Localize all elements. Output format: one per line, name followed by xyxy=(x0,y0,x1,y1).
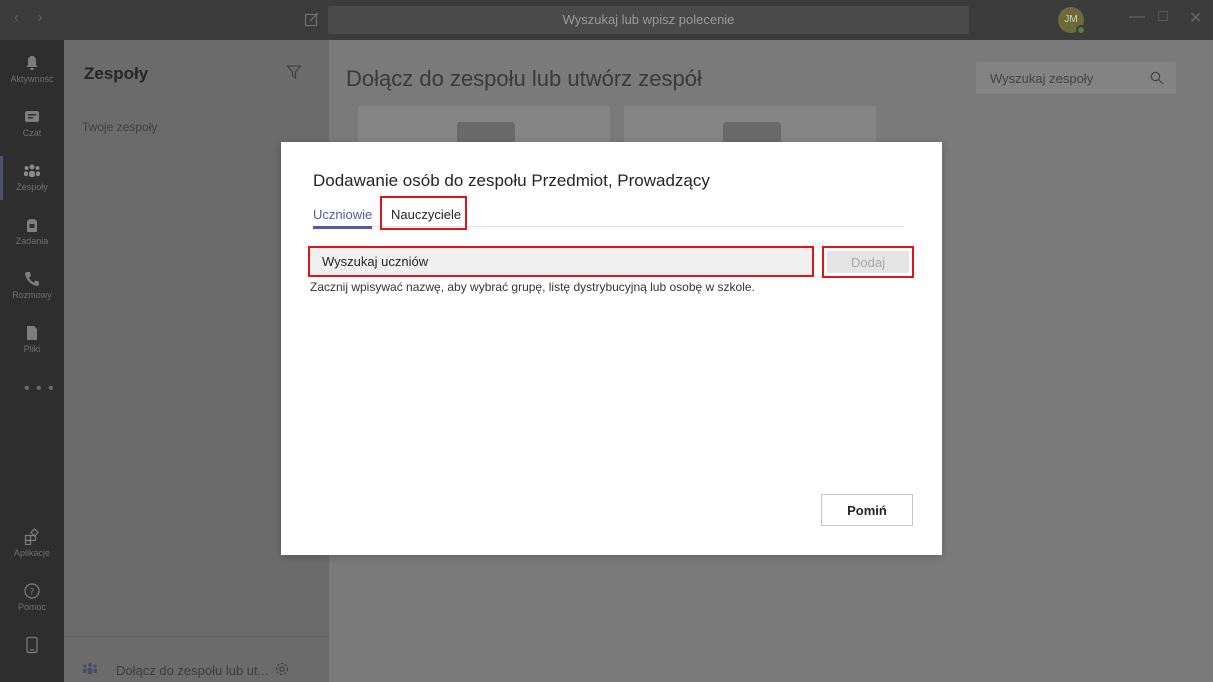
files-icon xyxy=(27,326,37,340)
app-rail: Aktywność Czat Zespoły Zadania Rozmowy P… xyxy=(0,40,64,682)
rail-label: Aktywność xyxy=(10,74,54,84)
gear-icon[interactable] xyxy=(274,661,290,677)
rail-item-calls[interactable]: Rozmowy xyxy=(0,260,64,312)
team-search-box[interactable]: Wyszukaj zespoły xyxy=(976,62,1176,94)
mobile-device-icon xyxy=(26,636,38,654)
rail-item-apps[interactable]: Aplikacje xyxy=(0,518,64,570)
back-arrow-icon[interactable]: ‹ xyxy=(14,9,19,27)
join-or-create-team-link[interactable]: Dołącz do zespołu lub ut... xyxy=(116,663,268,678)
search-icon xyxy=(1150,71,1164,85)
rail-item-help[interactable]: ? Pomoc xyxy=(0,572,64,624)
maximize-icon[interactable]: □ xyxy=(1158,8,1168,26)
search-hint-text: Zacznij wpisywać nazwę, aby wybrać grupę… xyxy=(310,280,755,294)
add-people-dialog: Dodawanie osób do zespołu Przedmiot, Pro… xyxy=(281,142,942,555)
tab-students[interactable]: Uczniowie xyxy=(313,207,373,229)
presence-status-icon xyxy=(1076,25,1086,35)
skip-button[interactable]: Pomiń xyxy=(821,494,913,526)
rail-label: Zadania xyxy=(15,236,49,246)
rail-label: Pomoc xyxy=(17,602,46,612)
join-team-icon xyxy=(83,663,97,674)
rail-item-assignments[interactable]: Zadania xyxy=(0,206,64,258)
compose-icon[interactable] xyxy=(304,11,320,27)
more-apps-icon[interactable]: • • • xyxy=(24,380,55,398)
apps-icon xyxy=(24,528,39,546)
rail-item-files[interactable]: Pliki xyxy=(0,314,64,366)
nav-arrows: ‹ › xyxy=(14,9,43,27)
add-button-highlight: Dodaj xyxy=(822,246,914,278)
search-students-input[interactable] xyxy=(308,246,814,277)
filter-icon[interactable] xyxy=(286,64,302,80)
phone-icon xyxy=(25,272,39,286)
bell-icon xyxy=(26,56,38,70)
command-search-bar[interactable]: Wyszukaj lub wpisz polecenie xyxy=(328,6,969,34)
dialog-title: Dodawanie osób do zespołu Przedmiot, Pro… xyxy=(313,171,710,190)
title-bar: ‹ › Wyszukaj lub wpisz polecenie JM — □ … xyxy=(0,0,1213,40)
chat-icon xyxy=(25,111,39,122)
minimize-icon[interactable]: — xyxy=(1129,8,1145,26)
add-button[interactable]: Dodaj xyxy=(827,251,909,273)
close-icon[interactable]: ✕ xyxy=(1189,8,1202,28)
svg-text:?: ? xyxy=(30,588,35,598)
rail-label: Rozmowy xyxy=(12,290,52,300)
rail-item-device[interactable] xyxy=(0,626,64,678)
rail-item-activity[interactable]: Aktywność xyxy=(0,44,64,96)
panel-title: Zespoły xyxy=(84,64,149,83)
rail-item-chat[interactable]: Czat xyxy=(0,98,64,150)
join-or-create-team-footer[interactable]: Dołącz do zespołu lub ut... xyxy=(64,636,329,682)
rail-label: Aplikacje xyxy=(13,548,51,558)
rail-label: Pliki xyxy=(23,344,41,354)
teams-icon xyxy=(24,164,40,177)
help-icon: ? xyxy=(24,583,40,599)
team-search-placeholder: Wyszukaj zespoły xyxy=(990,71,1094,86)
your-teams-heading: Twoje zespoły xyxy=(82,120,158,134)
assignments-icon xyxy=(27,219,37,232)
forward-arrow-icon[interactable]: › xyxy=(37,9,42,27)
rail-label: Zespoły xyxy=(16,182,48,192)
rail-label: Czat xyxy=(22,128,42,138)
rail-item-teams[interactable]: Zespoły xyxy=(0,152,64,204)
page-title: Dołącz do zespołu lub utwórz zespół xyxy=(346,66,702,91)
teachers-tab-highlight xyxy=(380,196,467,230)
